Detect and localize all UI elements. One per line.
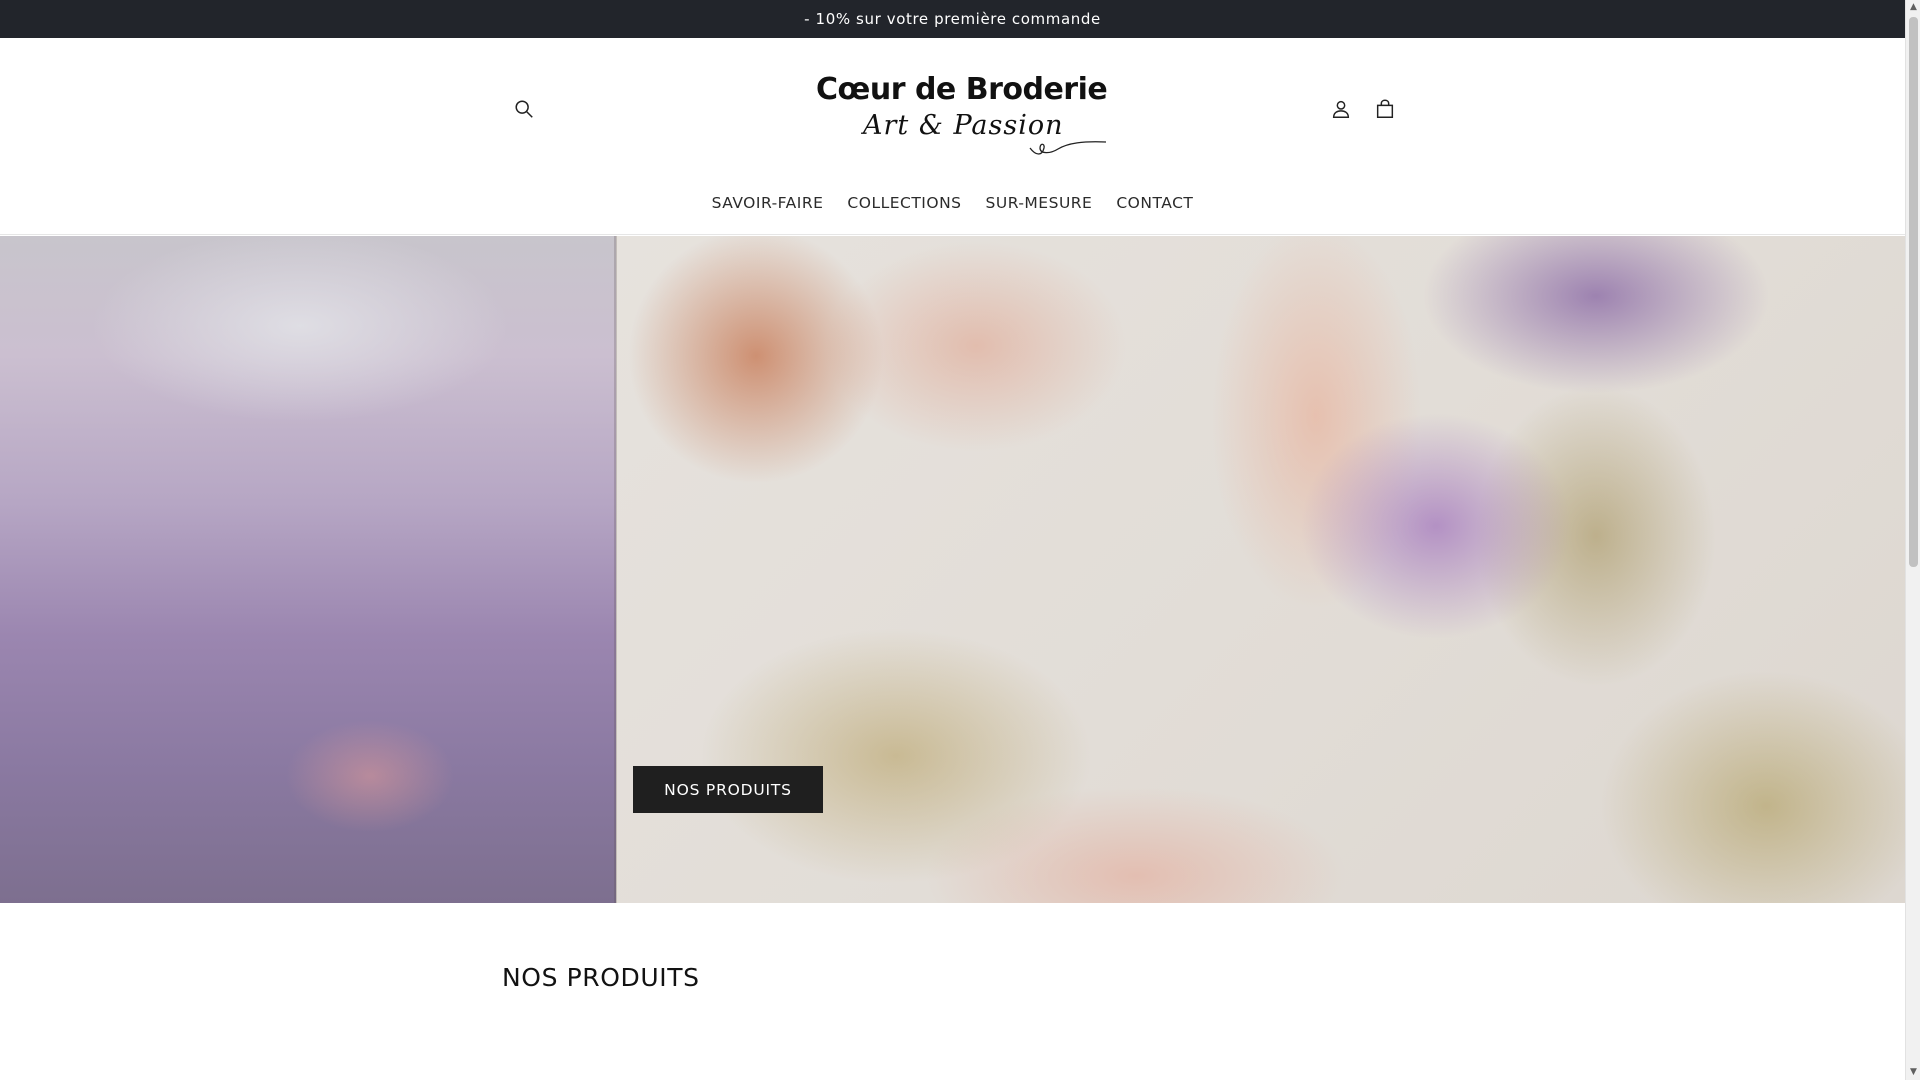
nav-item-contact[interactable]: CONTACT	[1104, 193, 1205, 213]
announcement-text: - 10% sur votre première commande	[804, 10, 1101, 28]
site-logo[interactable]: Cœur de Broderie Art & Passion	[808, 68, 1108, 168]
cart-button[interactable]	[1368, 92, 1402, 126]
nav-item-savoir-faire[interactable]: SAVOIR-FAIRE	[700, 193, 836, 213]
logo-swash	[1029, 141, 1107, 155]
hero-products-button[interactable]: NOS PRODUITS	[633, 766, 823, 813]
scrollbar-thumb[interactable]	[1909, 17, 1918, 567]
page: - 10% sur votre première commande Cœur d…	[0, 0, 1905, 1080]
hero-banner: NOS PRODUITS	[0, 236, 1905, 903]
scroll-up-arrow-icon[interactable]: ▲	[1909, 3, 1918, 12]
page-scrollbar[interactable]: ▲ ▼	[1905, 0, 1920, 1080]
search-icon	[515, 100, 533, 118]
user-icon	[1332, 100, 1350, 118]
hero-image-lavender	[0, 236, 616, 903]
account-button[interactable]	[1324, 92, 1358, 126]
shopping-bag-icon	[1376, 99, 1394, 118]
announcement-bar: - 10% sur votre première commande	[0, 0, 1905, 38]
nav-item-sur-mesure[interactable]: SUR-MESURE	[974, 193, 1105, 213]
scroll-down-arrow-icon[interactable]: ▼	[1909, 1068, 1918, 1077]
search-button[interactable]	[507, 92, 541, 126]
hero-divider	[614, 236, 617, 903]
main-nav: SAVOIR-FAIRE COLLECTIONS SUR-MESURE CONT…	[0, 193, 1905, 213]
products-section-title: NOS PRODUITS	[502, 963, 700, 992]
logo-main-text: Cœur de Broderie	[816, 72, 1108, 107]
site-header: Cœur de Broderie Art & Passion SAVOIR-FA…	[0, 38, 1905, 235]
nav-item-collections[interactable]: COLLECTIONS	[835, 193, 973, 213]
